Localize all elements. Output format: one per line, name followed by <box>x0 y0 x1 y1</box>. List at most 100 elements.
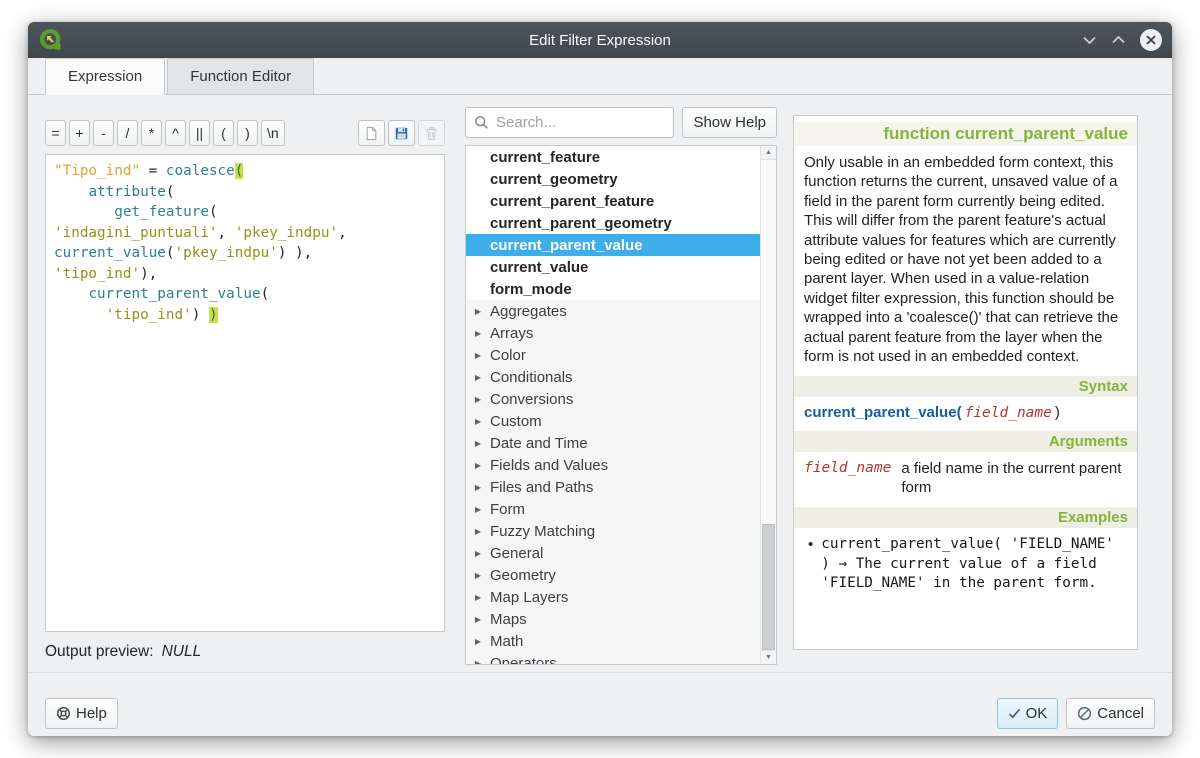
group-item-operators[interactable]: ▶Operators <box>466 652 760 665</box>
help-button[interactable]: Help <box>45 698 118 729</box>
shade-down-icon[interactable] <box>1082 35 1097 45</box>
expander-arrow-icon: ▶ <box>466 659 490 666</box>
help-title: function current_parent_value <box>794 122 1137 146</box>
operator-button[interactable]: = <box>45 120 66 146</box>
function-item-current-parent-geometry[interactable]: current_parent_geometry <box>466 212 760 234</box>
operator-button[interactable]: ( <box>213 120 234 146</box>
group-item-color[interactable]: ▶Color <box>466 344 760 366</box>
group-item-fields-and-values[interactable]: ▶Fields and Values <box>466 454 760 476</box>
item-label: Math <box>490 633 523 650</box>
show-help-button[interactable]: Show Help <box>682 107 777 138</box>
expander-arrow-icon: ▶ <box>466 439 490 448</box>
shade-up-icon[interactable] <box>1111 35 1126 45</box>
scroll-down-icon[interactable]: ▼ <box>761 650 776 664</box>
ok-button[interactable]: OK <box>997 698 1059 729</box>
footer-bar: Help OK Cancel <box>28 672 1172 736</box>
scrollbar-thumb[interactable] <box>762 524 775 650</box>
code-line: get_feature( <box>54 202 436 223</box>
item-label: current_geometry <box>490 171 618 188</box>
group-item-maps[interactable]: ▶Maps <box>466 608 760 630</box>
help-column: function current_parent_value Only usabl… <box>793 95 1138 672</box>
group-item-arrays[interactable]: ▶Arrays <box>466 322 760 344</box>
function-list-column: Show Help current_feature current_geometr… <box>465 95 777 672</box>
delete-expression-button[interactable] <box>418 120 445 146</box>
save-icon <box>395 125 408 142</box>
tab-function-editor[interactable]: Function Editor <box>167 58 314 94</box>
expander-arrow-icon: ▶ <box>466 593 490 602</box>
item-label: Files and Paths <box>490 479 593 496</box>
close-button[interactable] <box>1140 29 1162 51</box>
group-item-conversions[interactable]: ▶Conversions <box>466 388 760 410</box>
function-item-form-mode[interactable]: form_mode <box>466 278 760 300</box>
item-label: Form <box>490 501 525 518</box>
expression-column: =+-/*^||()\n "Tipo_ind" = coalesce( attr… <box>45 95 445 672</box>
search-icon <box>474 115 489 130</box>
group-item-date-and-time[interactable]: ▶Date and Time <box>466 432 760 454</box>
group-item-general[interactable]: ▶General <box>466 542 760 564</box>
item-label: Conversions <box>490 391 573 408</box>
group-item-conditionals[interactable]: ▶Conditionals <box>466 366 760 388</box>
group-item-custom[interactable]: ▶Custom <box>466 410 760 432</box>
output-preview-label: Output preview: <box>45 643 154 661</box>
group-item-math[interactable]: ▶Math <box>466 630 760 652</box>
operator-button[interactable]: + <box>69 120 90 146</box>
expander-arrow-icon: ▶ <box>466 571 490 580</box>
titlebar[interactable]: Edit Filter Expression <box>28 22 1172 58</box>
scroll-up-icon[interactable]: ▲ <box>761 146 776 160</box>
check-icon <box>1008 708 1021 719</box>
example-text: current_parent_value( 'FIELD_NAME' ) → T… <box>821 535 1127 594</box>
example-item: • current_parent_value( 'FIELD_NAME' ) →… <box>808 535 1127 594</box>
operator-button[interactable]: ^ <box>165 120 186 146</box>
code-line: 'tipo_ind'), <box>54 264 436 285</box>
argument-row: field_name a field name in the current p… <box>804 459 1127 497</box>
new-expression-button[interactable] <box>358 120 385 146</box>
item-label: current_parent_feature <box>490 193 654 210</box>
item-label: current_parent_value <box>490 237 643 254</box>
help-description: Only usable in an embedded form context,… <box>804 153 1127 366</box>
output-preview-value: NULL <box>162 643 202 661</box>
tab-expression[interactable]: Expression <box>45 58 165 95</box>
operator-button[interactable]: \n <box>261 120 285 146</box>
group-item-aggregates[interactable]: ▶Aggregates <box>466 300 760 322</box>
help-panel: function current_parent_value Only usabl… <box>793 115 1138 650</box>
tab-bar: Expression Function Editor <box>28 58 1172 95</box>
operator-button[interactable]: / <box>117 120 138 146</box>
search-input[interactable] <box>465 107 674 138</box>
save-expression-button[interactable] <box>388 120 415 146</box>
cancel-button[interactable]: Cancel <box>1066 698 1155 729</box>
group-item-geometry[interactable]: ▶Geometry <box>466 564 760 586</box>
dialog-content: =+-/*^||()\n "Tipo_ind" = coalesce( attr… <box>28 95 1172 672</box>
examples-section-header: Examples <box>794 507 1137 528</box>
item-label: Maps <box>490 611 527 628</box>
operator-button[interactable]: ) <box>237 120 258 146</box>
group-item-map-layers[interactable]: ▶Map Layers <box>466 586 760 608</box>
item-label: Custom <box>490 413 542 430</box>
function-item-current-feature[interactable]: current_feature <box>466 146 760 168</box>
help-button-label: Help <box>76 705 107 722</box>
code-line: current_parent_value( <box>54 284 436 305</box>
group-item-form[interactable]: ▶Form <box>466 498 760 520</box>
function-item-current-geometry[interactable]: current_geometry <box>466 168 760 190</box>
function-item-current-value[interactable]: current_value <box>466 256 760 278</box>
page-background: Edit Filter Expression Expression Functi… <box>0 0 1200 758</box>
function-list-scrollbar[interactable]: ▲ ▼ <box>760 146 776 664</box>
item-label: Arrays <box>490 325 533 342</box>
item-label: Operators <box>490 655 557 666</box>
expression-code-editor[interactable]: "Tipo_ind" = coalesce( attribute( get_fe… <box>45 154 445 632</box>
operator-button[interactable]: - <box>93 120 114 146</box>
syntax-close-paren: ) <box>1055 404 1060 421</box>
item-label: form_mode <box>490 281 572 298</box>
window-title: Edit Filter Expression <box>28 32 1172 49</box>
operator-button[interactable]: * <box>141 120 162 146</box>
item-label: Map Layers <box>490 589 568 606</box>
operator-toolbar: =+-/*^||()\n <box>45 118 445 148</box>
group-item-fuzzy-matching[interactable]: ▶Fuzzy Matching <box>466 520 760 542</box>
expander-arrow-icon: ▶ <box>466 461 490 470</box>
operator-button[interactable]: || <box>189 120 210 146</box>
window-controls <box>1082 29 1162 51</box>
function-item-current-parent-value[interactable]: current_parent_value <box>466 234 760 256</box>
expander-arrow-icon: ▶ <box>466 483 490 492</box>
group-item-files-and-paths[interactable]: ▶Files and Paths <box>466 476 760 498</box>
expander-arrow-icon: ▶ <box>466 615 490 624</box>
function-item-current-parent-feature[interactable]: current_parent_feature <box>466 190 760 212</box>
